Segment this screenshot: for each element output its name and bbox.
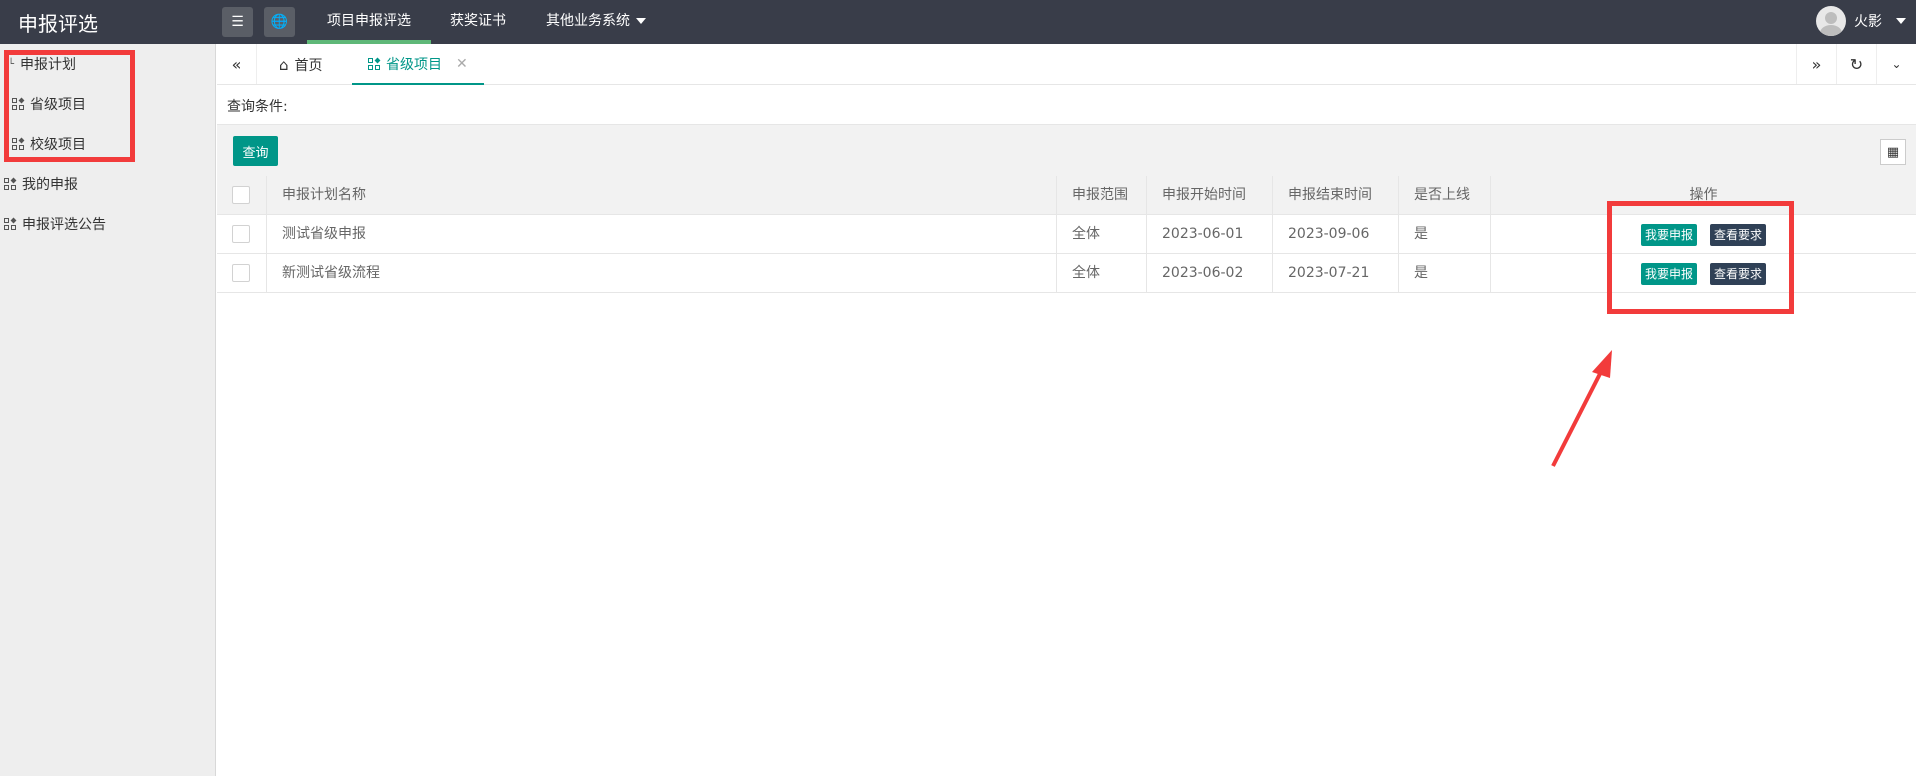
- annotation-arrow: [1551, 350, 1612, 467]
